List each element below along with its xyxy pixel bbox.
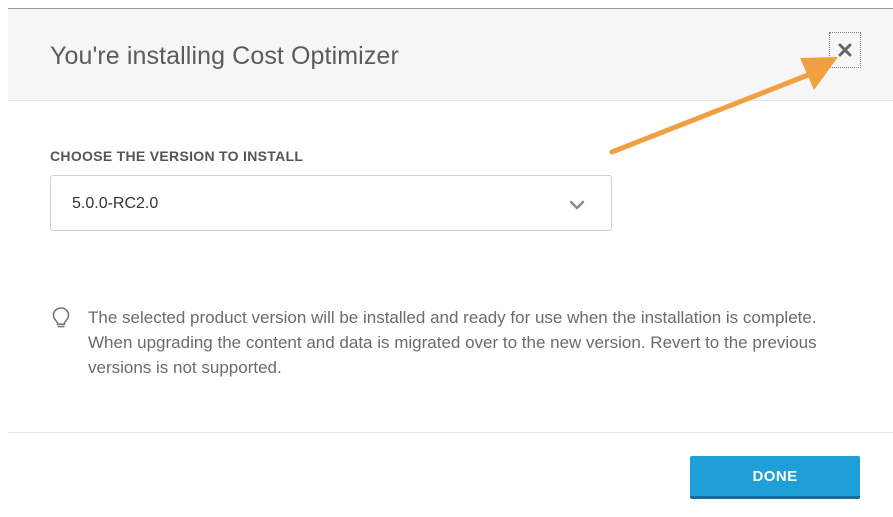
version-label: CHOOSE THE VERSION TO INSTALL	[50, 148, 304, 164]
close-icon	[838, 43, 852, 57]
version-select-value: 5.0.0-RC2.0	[72, 195, 159, 212]
chevron-down-icon	[569, 200, 585, 210]
dialog-title: You're installing Cost Optimizer	[50, 42, 399, 70]
lightbulb-icon	[52, 307, 70, 328]
done-button[interactable]: DONE	[690, 456, 860, 499]
footer-divider	[8, 432, 893, 433]
info-text: The selected product version will be ins…	[88, 308, 817, 377]
version-select[interactable]: 5.0.0-RC2.0	[50, 175, 612, 231]
dialog-header: You're installing Cost Optimizer	[8, 9, 893, 101]
install-dialog: You're installing Cost Optimizer CHOOSE …	[0, 0, 893, 517]
close-button[interactable]	[829, 32, 861, 68]
